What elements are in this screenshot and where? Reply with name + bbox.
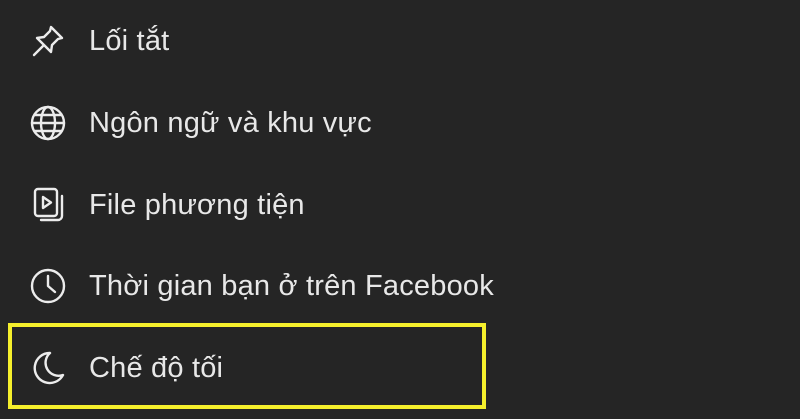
clock-icon: [26, 264, 70, 308]
menu-item-label: Chế độ tối: [89, 351, 224, 384]
menu-item-language-region[interactable]: Ngôn ngữ và khu vực: [0, 82, 800, 164]
menu-item-label: Thời gian bạn ở trên Facebook: [89, 269, 494, 302]
pin-icon: [26, 19, 70, 63]
menu-item-dark-mode[interactable]: Chế độ tối: [0, 327, 800, 409]
menu-item-label: Ngôn ngữ và khu vực: [89, 106, 372, 139]
moon-icon: [26, 346, 70, 390]
media-icon: [26, 183, 70, 227]
menu-item-time-on-facebook[interactable]: Thời gian bạn ở trên Facebook: [0, 245, 800, 327]
settings-menu: Lối tắt Ngôn ngữ và khu vực File phương …: [0, 0, 800, 419]
menu-item-label: Lối tắt: [89, 24, 170, 57]
menu-item-media-files[interactable]: File phương tiện: [0, 164, 800, 246]
globe-icon: [26, 101, 70, 145]
menu-item-label: File phương tiện: [89, 188, 305, 221]
menu-item-shortcuts[interactable]: Lối tắt: [0, 0, 800, 82]
